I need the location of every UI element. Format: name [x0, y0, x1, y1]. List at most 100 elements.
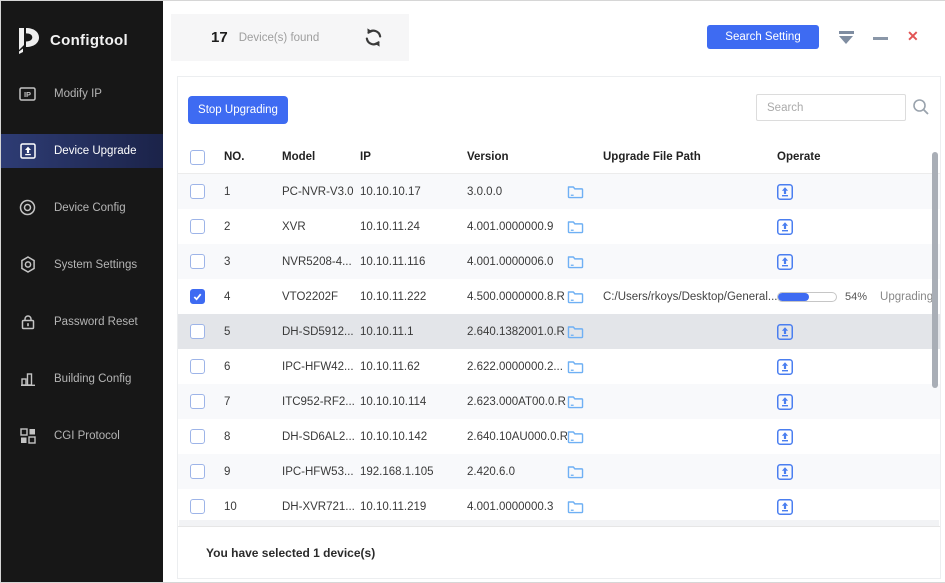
progress-fill	[778, 293, 809, 301]
stop-upgrading-button[interactable]: Stop Upgrading	[188, 96, 288, 124]
table-row[interactable]: 1 PC-NVR-V3.0 10.10.10.17 3.0.0.0	[178, 174, 940, 209]
row-version: 2.640.1382001.0.R	[467, 326, 567, 338]
table-row[interactable]: 4 VTO2202F 10.10.11.222 4.500.0000000.8.…	[178, 279, 940, 314]
table-row[interactable]: 3 NVR5208-4... 10.10.11.116 4.001.000000…	[178, 244, 940, 279]
table-row[interactable]: 7 ITC952-RF2... 10.10.10.114 2.623.000AT…	[178, 384, 940, 419]
browse-file-icon[interactable]	[567, 184, 603, 199]
browse-file-icon[interactable]	[567, 289, 603, 304]
selection-footer: You have selected 1 device(s)	[178, 526, 940, 578]
row-checkbox[interactable]	[190, 464, 205, 479]
sidebar-item-device-upgrade[interactable]: Device Upgrade	[1, 122, 163, 179]
device-count-box: 17 Device(s) found	[171, 14, 409, 61]
upgrade-icon[interactable]	[777, 219, 940, 235]
col-header-model: Model	[282, 151, 360, 163]
upgrade-icon[interactable]	[777, 499, 940, 515]
select-all-checkbox[interactable]	[190, 150, 205, 165]
progress-status: Upgrading	[880, 291, 933, 303]
sidebar: Configtool IP Modify IP Device Upgrade	[1, 1, 163, 582]
table-row[interactable]: 10 DH-XVR721... 10.10.11.219 4.001.00000…	[178, 489, 940, 524]
row-no: 8	[224, 431, 282, 443]
row-version: 2.622.0000000.2...	[467, 361, 567, 373]
browse-file-icon[interactable]	[567, 394, 603, 409]
row-no: 1	[224, 186, 282, 198]
row-checkbox[interactable]	[190, 219, 205, 234]
upgrade-icon[interactable]	[777, 324, 940, 340]
col-header-ip: IP	[360, 151, 467, 163]
device-count: 17	[211, 29, 228, 46]
row-ip: 10.10.11.62	[360, 361, 467, 373]
row-version: 2.623.000AT00.0.R	[467, 396, 567, 408]
search-icon[interactable]	[912, 98, 930, 121]
table-row[interactable]: 8 DH-SD6AL2... 10.10.10.142 2.640.10AU00…	[178, 419, 940, 454]
main-area: 17 Device(s) found Search Setting ✕ Stop…	[163, 1, 945, 582]
skin-dropdown-icon[interactable]	[839, 31, 855, 44]
sidebar-item-system-settings[interactable]: System Settings	[1, 236, 163, 293]
row-no: 7	[224, 396, 282, 408]
upgrade-icon[interactable]	[777, 429, 940, 445]
sidebar-item-cgi-protocol[interactable]: CGI Protocol	[1, 407, 163, 464]
col-header-version: Version	[467, 151, 567, 163]
table-row[interactable]: 5 DH-SD5912... 10.10.11.1 2.640.1382001.…	[178, 314, 940, 349]
table-row[interactable]: 2 XVR 10.10.11.24 4.001.0000000.9	[178, 209, 940, 244]
search-setting-button[interactable]: Search Setting	[707, 25, 819, 49]
row-checkbox[interactable]	[190, 289, 205, 304]
building-config-icon	[19, 370, 36, 387]
device-count-label: Device(s) found	[239, 32, 320, 44]
table-row[interactable]: 6 IPC-HFW42... 10.10.11.62 2.622.0000000…	[178, 349, 940, 384]
row-ip: 10.10.11.24	[360, 221, 467, 233]
upgrade-icon[interactable]	[777, 394, 940, 410]
col-header-operate: Operate	[777, 151, 940, 163]
device-table: NO. Model IP Version Upgrade File Path O…	[178, 141, 940, 524]
row-checkbox[interactable]	[190, 184, 205, 199]
browse-file-icon[interactable]	[567, 429, 603, 444]
row-ip: 10.10.10.142	[360, 431, 467, 443]
upgrade-icon[interactable]	[777, 359, 940, 375]
row-checkbox[interactable]	[190, 394, 205, 409]
sidebar-item-building-config[interactable]: Building Config	[1, 350, 163, 407]
browse-file-icon[interactable]	[567, 254, 603, 269]
table-row[interactable]: 9 IPC-HFW53... 192.168.1.105 2.420.6.0	[178, 454, 940, 489]
upgrade-icon[interactable]	[777, 464, 940, 480]
row-model: PC-NVR-V3.0	[282, 186, 360, 198]
row-checkbox[interactable]	[190, 254, 205, 269]
search-input[interactable]	[756, 94, 906, 121]
row-model: DH-SD5912...	[282, 326, 360, 338]
browse-file-icon[interactable]	[567, 219, 603, 234]
row-model: IPC-HFW53...	[282, 466, 360, 478]
row-no: 10	[224, 501, 282, 513]
system-settings-icon	[19, 256, 36, 273]
configtool-window: { "brand": { "name": "Configtool" }, "he…	[0, 0, 945, 583]
browse-file-icon[interactable]	[567, 499, 603, 514]
password-reset-icon	[19, 313, 36, 330]
row-ip: 10.10.11.1	[360, 326, 467, 338]
row-model: ITC952-RF2...	[282, 396, 360, 408]
row-no: 9	[224, 466, 282, 478]
sidebar-item-password-reset[interactable]: Password Reset	[1, 293, 163, 350]
row-version: 4.001.0000006.0	[467, 256, 567, 268]
row-ip: 10.10.11.219	[360, 501, 467, 513]
upgrade-icon[interactable]	[777, 254, 940, 270]
row-ip: 10.10.11.116	[360, 256, 467, 268]
row-checkbox[interactable]	[190, 499, 205, 514]
sidebar-item-device-config[interactable]: Device Config	[1, 179, 163, 236]
row-checkbox[interactable]	[190, 359, 205, 374]
sidebar-menu: IP Modify IP Device Upgrade Device Confi…	[1, 65, 163, 464]
row-version: 2.640.10AU000.0.R	[467, 431, 567, 443]
sidebar-item-modify-ip[interactable]: IP Modify IP	[1, 65, 163, 122]
row-version: 4.001.0000000.3	[467, 501, 567, 513]
browse-file-icon[interactable]	[567, 359, 603, 374]
scrollbar-thumb[interactable]	[932, 152, 938, 388]
close-icon[interactable]: ✕	[907, 28, 919, 45]
minimize-icon[interactable]	[873, 37, 888, 40]
svg-text:IP: IP	[24, 90, 31, 99]
col-header-no: NO.	[224, 151, 282, 163]
row-checkbox[interactable]	[190, 324, 205, 339]
device-upgrade-icon	[19, 142, 36, 159]
refresh-icon[interactable]	[363, 27, 384, 48]
browse-file-icon[interactable]	[567, 464, 603, 479]
row-checkbox[interactable]	[190, 429, 205, 444]
row-model: IPC-HFW42...	[282, 361, 360, 373]
browse-file-icon[interactable]	[567, 324, 603, 339]
row-version: 4.001.0000000.9	[467, 221, 567, 233]
upgrade-icon[interactable]	[777, 184, 940, 200]
